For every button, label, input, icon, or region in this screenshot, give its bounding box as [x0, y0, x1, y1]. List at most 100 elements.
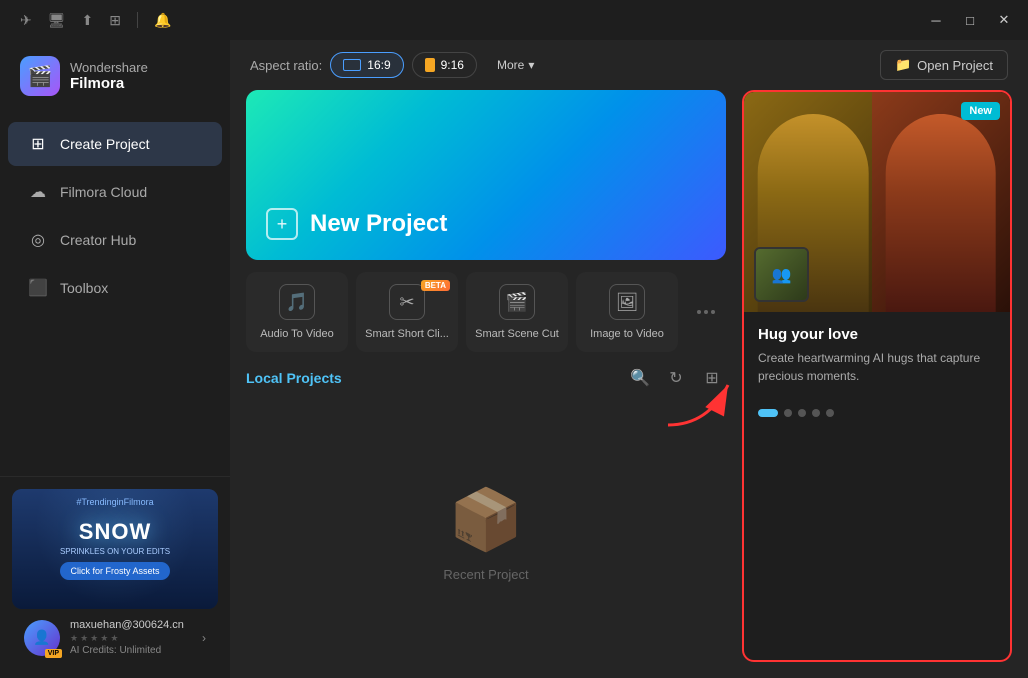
promo-banner[interactable]: #TrendinginFilmora SNOW SPRINKLES ON YOU… — [12, 489, 218, 609]
featured-title: Hug your love — [758, 326, 996, 343]
sidebar-item-toolbox[interactable]: ⬛ Toolbox — [8, 266, 222, 310]
user-chevron-icon: › — [202, 631, 206, 645]
tool-audio-to-video[interactable]: 🎵 Audio To Video — [246, 272, 348, 352]
ratio-9-16-button[interactable]: 9:16 — [412, 52, 477, 78]
person-silhouette-right — [886, 114, 997, 312]
tool-smart-scene-cut-label: Smart Scene Cut — [475, 328, 559, 340]
star-2: ★ — [80, 633, 88, 644]
left-panel: + New Project 🎵 Audio To Video BETA ✂ Sm… — [246, 90, 726, 662]
featured-info: Hug your love Create heartwarming AI hug… — [744, 312, 1010, 399]
tool-smart-short-cli-label: Smart Short Cli... — [365, 328, 449, 340]
open-project-label: Open Project — [917, 58, 993, 73]
image-to-video-icon: 🖼 — [609, 284, 645, 320]
window-controls: ─ □ ✕ — [920, 6, 1020, 34]
section-header: Local Projects 🔍 ↻ ⊞ — [246, 364, 726, 392]
more-tools-button[interactable] — [686, 298, 726, 326]
more-dots — [697, 310, 715, 314]
promo-hashtag: #TrendinginFilmora — [76, 497, 153, 507]
ratio-9-16-label: 9:16 — [441, 58, 464, 72]
sidebar-item-filmora-cloud[interactable]: ☁ Filmora Cloud — [8, 170, 222, 214]
user-area[interactable]: 👤 VIP maxuehan@300624.cn ★ ★ ★ ★ ★ AI Cr… — [12, 609, 218, 666]
quick-tools: 🎵 Audio To Video BETA ✂ Smart Short Cli.… — [246, 272, 726, 352]
toolbar: Aspect ratio: 16:9 9:16 More ▾ 📁 Open Pr — [230, 40, 1028, 90]
promo-button[interactable]: Click for Frosty Assets — [60, 562, 169, 580]
content-main: + New Project 🎵 Audio To Video BETA ✂ Sm… — [230, 90, 1028, 678]
open-project-button[interactable]: 📁 Open Project — [880, 50, 1008, 80]
promo-banner-inner: #TrendinginFilmora SNOW SPRINKLES ON YOU… — [12, 489, 218, 609]
featured-dot-1[interactable] — [758, 409, 778, 417]
grid-icon[interactable]: ⊞ — [109, 12, 121, 29]
featured-dot-5[interactable] — [826, 409, 834, 417]
new-project-icon: + — [266, 208, 298, 240]
audio-to-video-icon: 🎵 — [279, 284, 315, 320]
star-1: ★ — [70, 633, 78, 644]
star-5: ★ — [110, 633, 118, 644]
sidebar-footer: #TrendinginFilmora SNOW SPRINKLES ON YOU… — [0, 476, 230, 678]
sidebar-item-label-create: Create Project — [60, 136, 149, 152]
sidebar-item-create-project[interactable]: ⊞ Create Project — [8, 122, 222, 166]
user-email: maxuehan@300624.cn — [70, 619, 192, 631]
aspect-ratio-label: Aspect ratio: — [250, 58, 322, 73]
title-bar: ✈ 🖥 ⬆ ⊞ 🔔 ─ □ ✕ — [0, 0, 1028, 40]
section-actions: 🔍 ↻ ⊞ — [626, 364, 726, 392]
screen-icon[interactable]: 🖥 — [48, 12, 66, 29]
divider — [137, 12, 138, 28]
ratio-16-9-label: 16:9 — [367, 58, 390, 72]
promo-subtitle: SPRINKLES ON YOUR EDITS — [60, 547, 170, 556]
share-icon[interactable]: ✈ — [20, 12, 32, 29]
folder-icon: 📁 — [895, 57, 911, 73]
cloud-icon: ☁ — [28, 182, 48, 202]
tool-smart-short-cli[interactable]: BETA ✂ Smart Short Cli... — [356, 272, 458, 352]
new-project-card[interactable]: + New Project — [246, 90, 726, 260]
sidebar-item-creator-hub[interactable]: ◎ Creator Hub — [8, 218, 222, 262]
ratio-16-9-button[interactable]: 16:9 — [330, 52, 403, 78]
featured-dot-2[interactable] — [784, 409, 792, 417]
tool-audio-to-video-label: Audio To Video — [260, 328, 334, 340]
toolbar-right: 📁 Open Project — [880, 50, 1008, 80]
tool-image-to-video[interactable]: 🖼 Image to Video — [576, 272, 678, 352]
content-area: Aspect ratio: 16:9 9:16 More ▾ 📁 Open Pr — [230, 40, 1028, 678]
maximize-button[interactable]: □ — [954, 6, 986, 34]
user-info: maxuehan@300624.cn ★ ★ ★ ★ ★ AI Credits:… — [70, 619, 192, 656]
search-icon[interactable]: 🔍 — [626, 364, 654, 392]
user-avatar: 👤 VIP — [24, 620, 60, 656]
sidebar: 🎬 Wondershare Filmora ⊞ Create Project ☁… — [0, 40, 230, 678]
more-chevron-icon: ▾ — [528, 58, 534, 72]
product-name: Filmora — [70, 75, 148, 92]
title-bar-left: ✈ 🖥 ⬆ ⊞ 🔔 — [8, 12, 916, 29]
smart-short-cli-icon: ✂ — [389, 284, 425, 320]
dot-3 — [711, 310, 715, 314]
new-project-content: + New Project — [266, 208, 447, 240]
new-badge: New — [961, 102, 1000, 120]
close-button[interactable]: ✕ — [988, 6, 1020, 34]
refresh-icon[interactable]: ↻ — [662, 364, 690, 392]
local-projects-section: Local Projects 🔍 ↻ ⊞ 📦 Recent Project — [246, 364, 726, 662]
toolbar-left: Aspect ratio: 16:9 9:16 More ▾ — [250, 52, 546, 78]
featured-panel[interactable]: 👥 New Hug your love Create heartwarming … — [742, 90, 1012, 662]
more-label: More — [497, 58, 524, 72]
main-layout: 🎬 Wondershare Filmora ⊞ Create Project ☁… — [0, 40, 1028, 678]
app-logo: 🎬 — [20, 56, 60, 96]
beta-badge: BETA — [421, 280, 450, 291]
more-button[interactable]: More ▾ — [485, 53, 546, 77]
overlay-card-inner: 👥 — [756, 249, 807, 300]
empty-label: Recent Project — [443, 567, 528, 582]
grid-view-icon[interactable]: ⊞ — [698, 364, 726, 392]
brand-name: Wondershare — [70, 60, 148, 76]
sidebar-item-label-hub: Creator Hub — [60, 232, 136, 248]
cloud-upload-icon[interactable]: ⬆ — [82, 12, 94, 29]
logo-text: Wondershare Filmora — [70, 60, 148, 93]
dot-1 — [697, 310, 701, 314]
minimize-button[interactable]: ─ — [920, 6, 952, 34]
dot-2 — [704, 310, 708, 314]
featured-dots — [744, 399, 1010, 427]
section-title: Local Projects — [246, 370, 342, 386]
featured-overlay-card: 👥 — [754, 247, 809, 302]
bell-icon[interactable]: 🔔 — [154, 12, 171, 29]
new-project-label: New Project — [310, 210, 447, 238]
tool-smart-scene-cut[interactable]: 🎬 Smart Scene Cut — [466, 272, 568, 352]
toolbox-icon: ⬛ — [28, 278, 48, 298]
sidebar-item-label-cloud: Filmora Cloud — [60, 184, 147, 200]
featured-dot-4[interactable] — [812, 409, 820, 417]
featured-dot-3[interactable] — [798, 409, 806, 417]
